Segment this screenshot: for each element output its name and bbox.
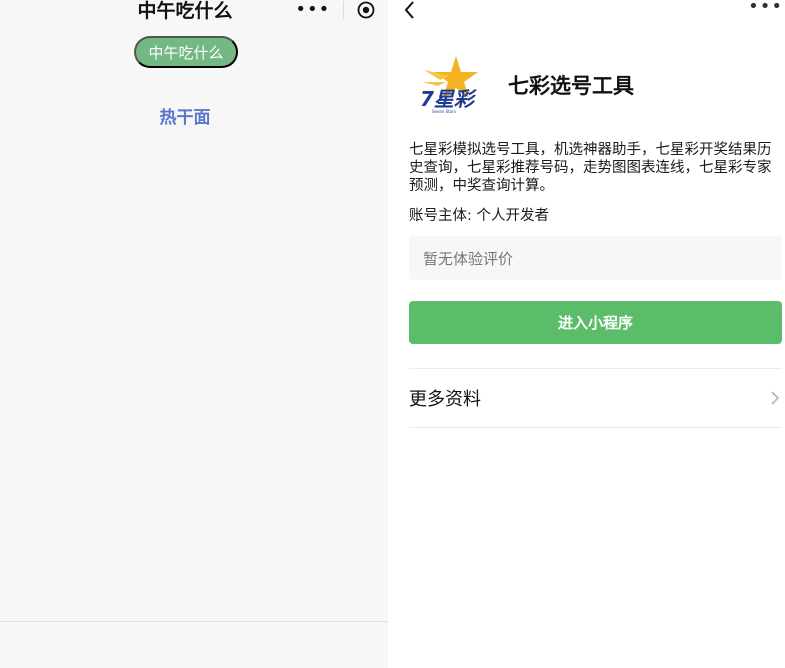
account-owner: 账号主体: 个人开发者 [409, 208, 549, 224]
chevron-right-icon [771, 391, 780, 405]
target-icon[interactable] [357, 1, 375, 19]
capsule-menu: ••• [289, 0, 381, 20]
enter-miniprogram-button[interactable]: 进入小程序 [409, 301, 782, 344]
app-logo: 7星彩 Seven Stars [420, 56, 478, 114]
app-name: 七彩选号工具 [508, 74, 634, 98]
logo-subtext: Seven Stars [432, 109, 456, 114]
pick-lunch-button[interactable]: 中午吃什么 [134, 36, 238, 68]
app-description: 七星彩模拟选号工具，机选神器助手，七星彩开奖结果历史查询，七星彩推荐号码，走势图… [409, 142, 772, 194]
more-dots-icon[interactable]: ••• [748, 0, 783, 16]
more-dots-icon[interactable]: ••• [295, 1, 330, 19]
more-info-row[interactable]: 更多资料 [409, 369, 782, 427]
review-box: 暂无体验评价 [409, 236, 782, 280]
logo-text: 7星彩 [420, 87, 478, 111]
more-info-label: 更多资料 [409, 389, 481, 410]
capsule-divider [342, 1, 344, 19]
divider [0, 621, 388, 622]
miniprogram-profile-panel: ••• 7星彩 Seven Stars 七彩选号工具 七星彩模拟选号工具，机选神… [388, 0, 785, 668]
left-miniprogram-panel: 中午吃什么 ••• 中午吃什么 热干面 [0, 0, 388, 668]
review-placeholder: 暂无体验评价 [423, 249, 514, 268]
screen: 中午吃什么 ••• 中午吃什么 热干面 ••• 7星彩 Seven Stars … [0, 0, 785, 668]
lunch-result: 热干面 [159, 108, 211, 128]
back-chevron-icon[interactable] [402, 0, 418, 20]
divider [409, 427, 782, 428]
